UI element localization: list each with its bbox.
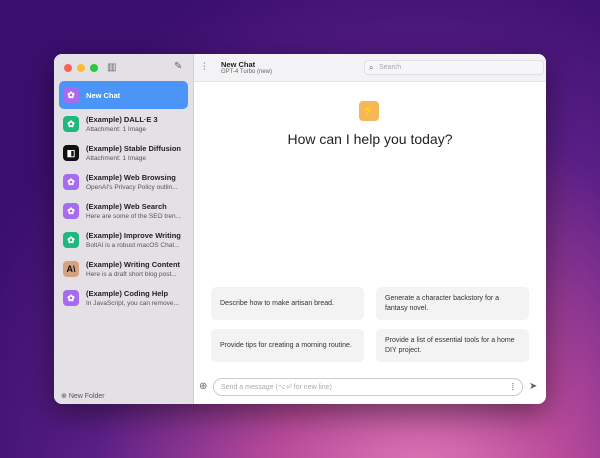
chat-title: (Example) Web Browsing: [86, 173, 176, 182]
suggestion-card[interactable]: Provide a list of essential tools for a …: [376, 329, 529, 362]
message-input[interactable]: Send a message (⌥⏎ for new line) ⦙: [213, 378, 523, 396]
chat-preview: Here are some of the SEO tren...: [86, 213, 182, 220]
new-folder-button[interactable]: ⊕ New Folder: [61, 392, 105, 400]
chat-title: (Example) Web Search: [86, 202, 167, 211]
chat-list-item[interactable]: ✿ (Example) Coding Help In JavaScript, you…: [59, 284, 188, 312]
plus-circle-icon: ⊕: [61, 393, 67, 400]
openai-icon: ✿: [63, 290, 79, 306]
chat-list-item[interactable]: ◧ (Example) Stable Diffusion Attachment: 1…: [59, 139, 188, 167]
chat-title: New Chat: [221, 60, 256, 69]
search-input[interactable]: ⌕ Search: [364, 60, 544, 75]
chat-preview: BoltAI is a robust macOS Chat...: [86, 242, 180, 249]
chat-list-item[interactable]: A\ (Example) Writing Content Here is a dra…: [59, 255, 188, 283]
chat-list-item[interactable]: ✿ (Example) Improve Writing BoltAI is a ro…: [59, 226, 188, 254]
minimize-button[interactable]: [77, 64, 85, 72]
chat-preview: Attachment: 1 Image: [86, 155, 146, 162]
chat-preview: OpenAI's Privacy Policy outlin...: [86, 184, 178, 191]
openai-icon: ✿: [63, 116, 79, 132]
chat-title: (Example) Stable Diffusion: [86, 144, 182, 153]
greeting: How can I help you today?: [287, 131, 453, 147]
maximize-button[interactable]: [90, 64, 98, 72]
sidebar: ▥ ✎ ✿ New Chat ✿ (Example) DALL·E 3 Attachme…: [54, 54, 194, 404]
chat-title: (Example) Coding Help: [86, 289, 169, 298]
chat-list-item[interactable]: ✿ (Example) Web Search Here are some of th…: [59, 197, 188, 225]
chat-preview: In JavaScript, you can remove...: [86, 300, 179, 307]
chat-preview: Here is a draft short blog post...: [86, 271, 177, 278]
header: ⫶ New Chat GPT-4 Turbo (new) ⌕ Search: [194, 54, 546, 82]
anthropic-icon: A\: [63, 261, 79, 277]
new-chat-icon[interactable]: ✎: [174, 61, 182, 72]
send-icon[interactable]: ➤: [529, 381, 537, 392]
chat-area: ⫶ New Chat GPT-4 Turbo (new) ⌕ Search ⚡ H…: [194, 54, 546, 404]
openai-icon: ✿: [63, 203, 79, 219]
chat-title: (Example) DALL·E 3: [86, 115, 158, 124]
voice-icon[interactable]: ⦙: [512, 382, 514, 393]
chat-list-item[interactable]: ✿ New Chat: [59, 81, 188, 109]
close-button[interactable]: [64, 64, 72, 72]
chat-title: New Chat: [86, 90, 121, 100]
chat-list-item[interactable]: ✿ (Example) Web Browsing OpenAI's Privacy …: [59, 168, 188, 196]
chat-preview: Attachment: 1 Image: [86, 126, 146, 133]
settings-sliders-icon[interactable]: ⫶: [203, 62, 206, 73]
openai-icon: ✿: [63, 232, 79, 248]
window-controls: [64, 64, 98, 72]
chat-title: (Example) Writing Content: [86, 260, 181, 269]
chat-list-item[interactable]: ✿ (Example) DALL·E 3 Attachment: 1 Image: [59, 110, 188, 138]
suggestion-card[interactable]: Generate a character backstory for a fan…: [376, 287, 529, 320]
stability-icon: ◧: [63, 145, 79, 161]
add-attachment-icon[interactable]: ⊕: [199, 381, 207, 392]
suggestion-card[interactable]: Provide tips for creating a morning rout…: [211, 329, 364, 362]
openai-icon: ✿: [63, 87, 79, 103]
app-window: ▥ ✎ ✿ New Chat ✿ (Example) DALL·E 3 Attachme…: [54, 54, 546, 404]
suggestion-card[interactable]: Describe how to make artisan bread.: [211, 287, 364, 320]
sidebar-toggle-icon[interactable]: ▥: [107, 62, 116, 73]
search-icon: ⌕: [369, 63, 374, 72]
openai-icon: ✿: [63, 174, 79, 190]
app-logo-icon: ⚡: [359, 101, 379, 121]
chat-title: (Example) Improve Writing: [86, 231, 181, 240]
model-name[interactable]: GPT-4 Turbo (new): [221, 69, 272, 75]
